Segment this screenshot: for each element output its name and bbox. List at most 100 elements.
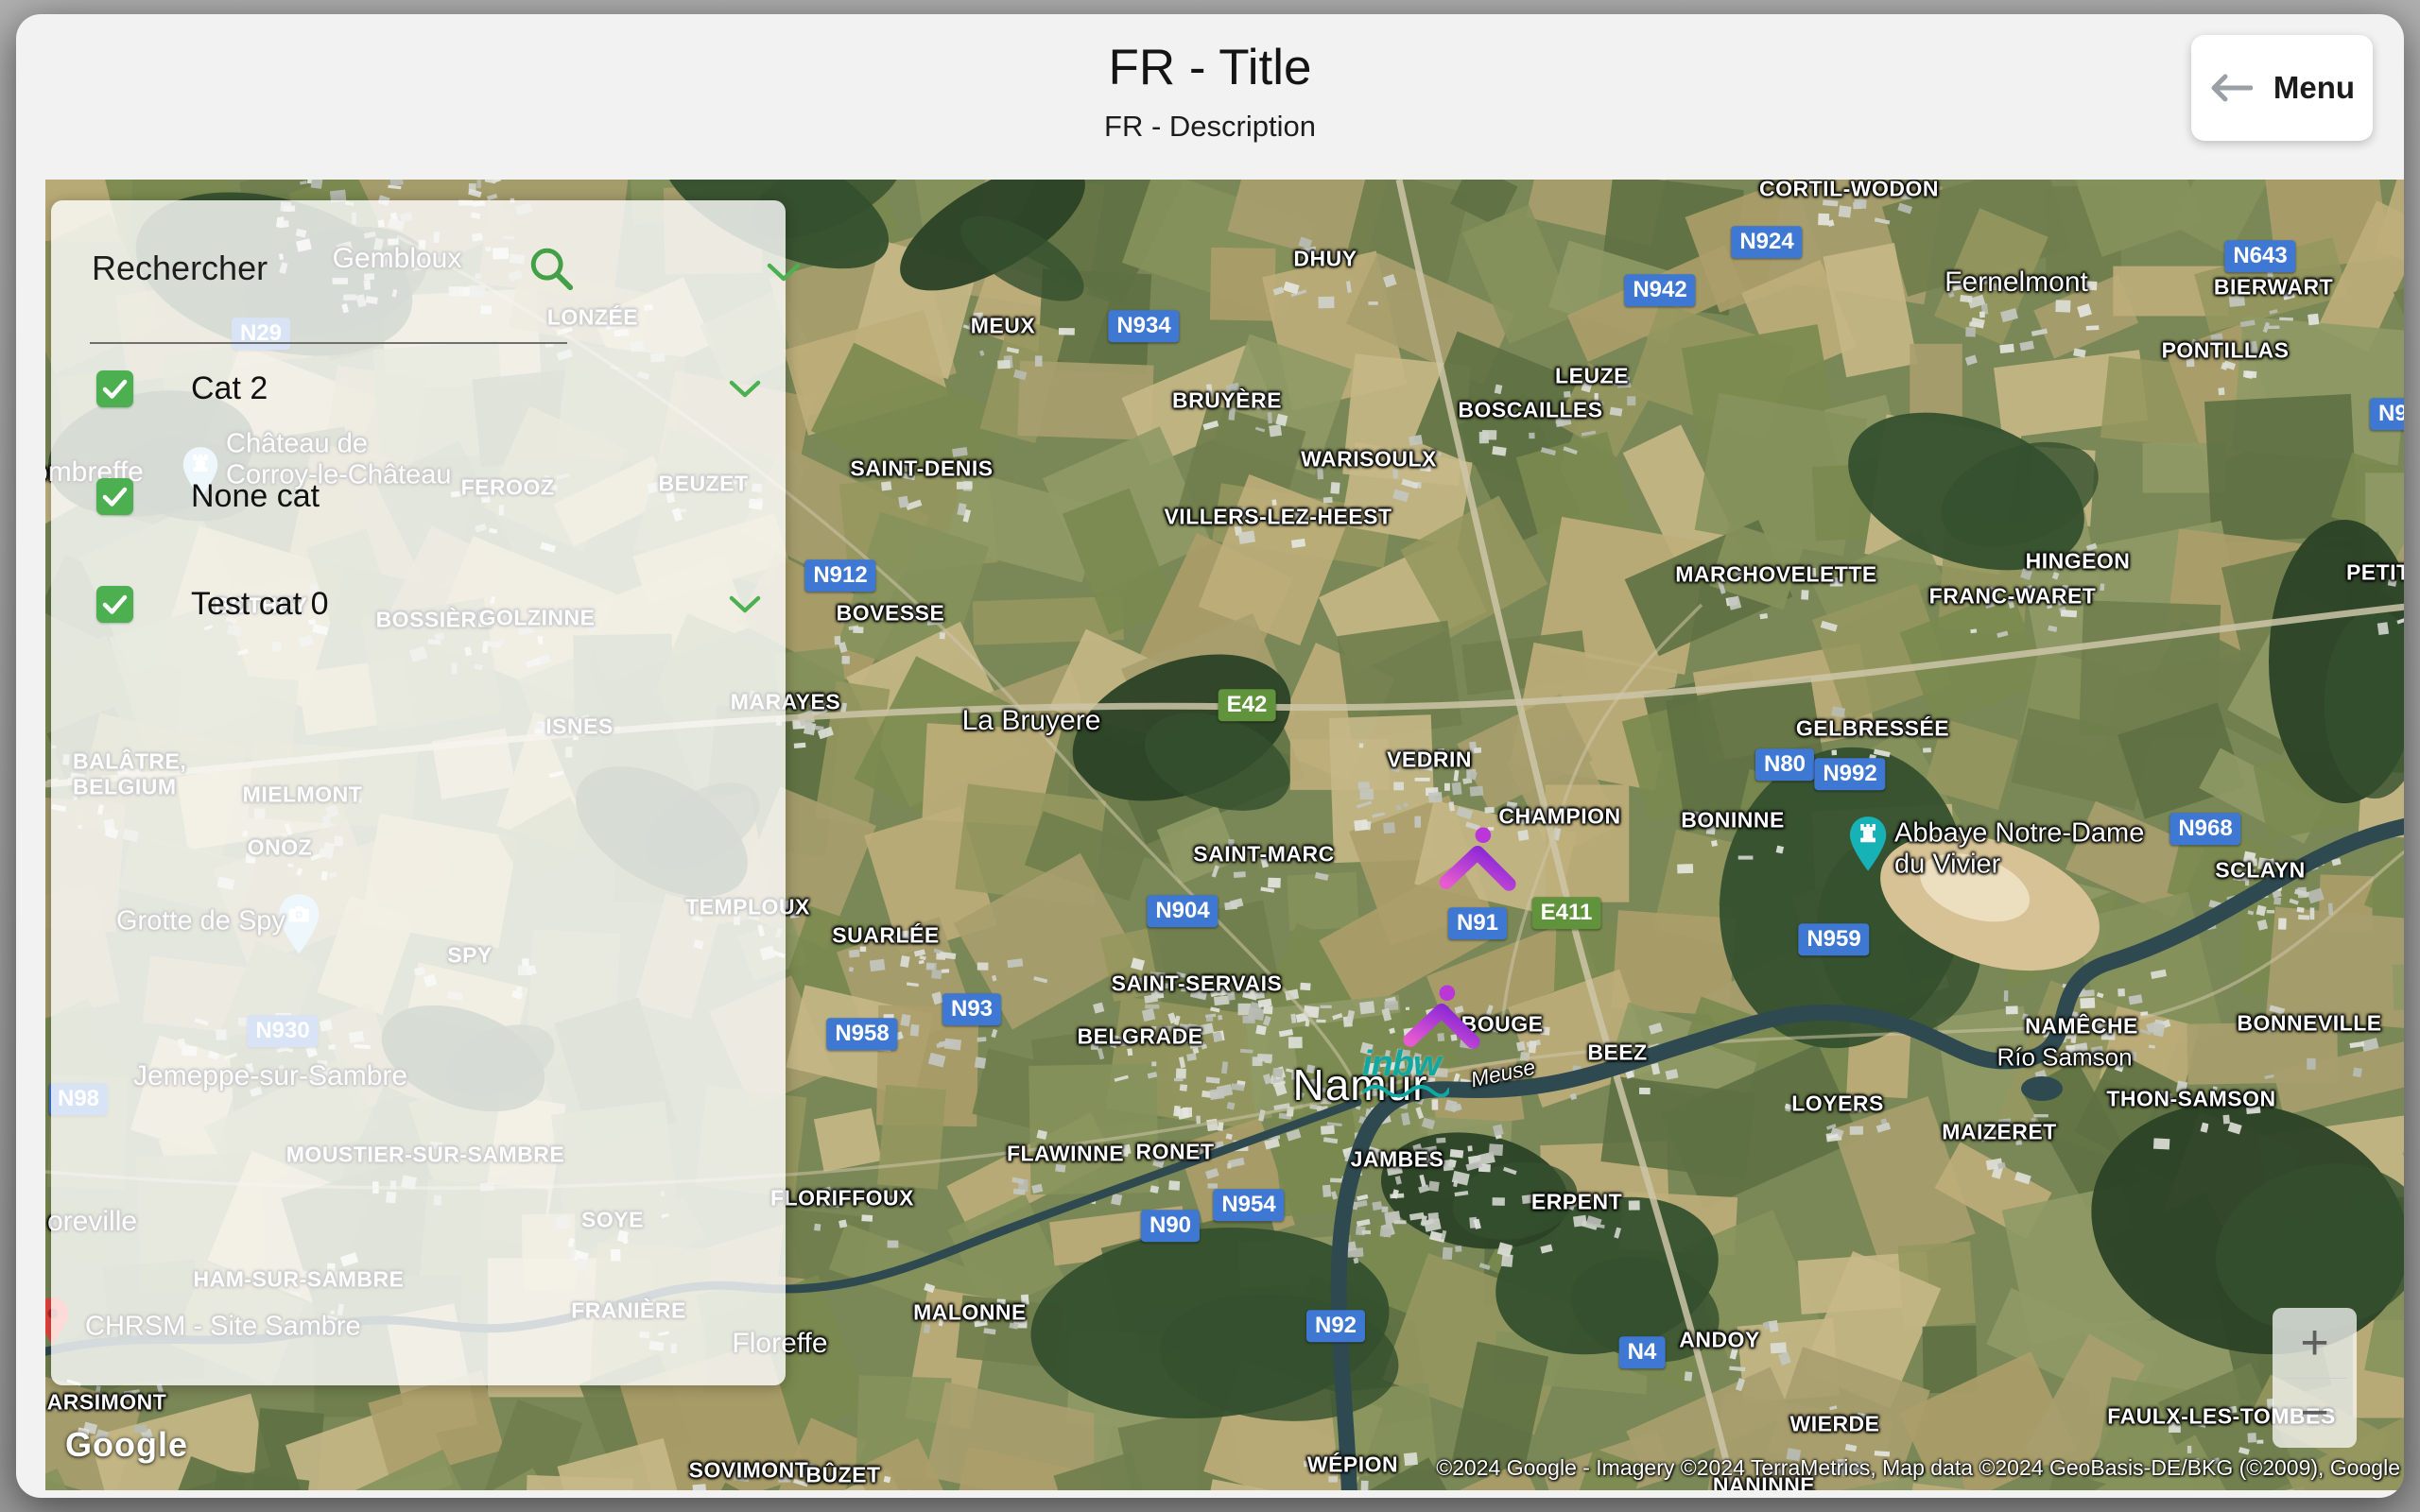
category-checkbox[interactable] [96,370,133,407]
road-badge: N959 [1798,923,1870,955]
category-chevron-down-icon[interactable] [729,380,761,403]
menu-button-label: Menu [2273,70,2356,105]
map-label: BELGRADE [1077,1023,1203,1049]
category-row-test-cat-0[interactable]: Test cat 0 [90,584,761,627]
map-label: VILLERS-LEZ-HEEST [1164,504,1392,529]
search-row [90,238,801,344]
road-badge: N92 [2369,398,2404,430]
map-label: GELBRESSÉE [1795,715,1950,741]
category-chevron-down-icon[interactable] [729,595,761,618]
header: FR - Title FR - Description Menu [16,14,2404,180]
road-badge: N934 [1108,310,1180,342]
map-label: FRANC-WARET [1928,583,2097,609]
category-label: None cat [191,478,320,514]
map-label: MALONNE [913,1299,1027,1325]
map-label: LOYERS [1791,1091,1884,1116]
zoom-in-button[interactable]: + [2273,1308,2357,1378]
map-label: SAINT-SERVAIS [1111,971,1283,996]
google-logo[interactable]: Google [65,1425,188,1465]
map-label: La Bruyere [961,705,1101,736]
map-label: SCLAYN [2215,857,2306,883]
map-label: Fernelmont [1945,266,2088,298]
map-canvas[interactable]: CORTIL-WODON DHUY MEUX BIERWART PONTILLAS LEU… [45,180,2404,1490]
map-label: BONINNE [1681,807,1785,833]
category-checkbox[interactable] [96,586,133,623]
inbw-watermark: inbw [1362,1044,1451,1102]
page-description: FR - Description [1104,110,1316,143]
map-label: CORTIL-WODON [1759,180,1939,201]
category-label: Test cat 0 [191,586,329,622]
map-label: SUARLÉE [832,922,940,948]
map-label: MEUX [970,313,1036,338]
map-label: ERPENT [1530,1189,1623,1214]
poi-label: du Vivier [1894,849,2001,880]
map-label: SOVIMONT [688,1457,809,1483]
menu-button[interactable]: Menu [2191,35,2373,141]
category-checkbox[interactable] [96,478,133,515]
map-label: VEDRIN [1387,747,1472,772]
road-badge: N80 [1754,748,1815,781]
search-underline [90,342,567,344]
road-badge: N91 [1447,907,1508,939]
map-label: BOVESSE [836,600,945,626]
map-label: ARSIMONT [46,1389,167,1415]
road-badge: N942 [1624,274,1696,306]
search-input[interactable] [90,248,491,289]
road-badge: N90 [1140,1210,1201,1242]
map-label: HINGEON [2025,548,2131,574]
map-label: BOSCAILLES [1458,397,1603,422]
map-label: FLAWINNE [1006,1141,1125,1166]
filter-panel: Cat 2 None cat Test cat 0 [51,200,801,1385]
road-badge: E411 [1531,897,1601,929]
app-window: FR - Title FR - Description Menu CORTIL-… [16,14,2404,1498]
road-badge: N968 [2169,813,2241,845]
poi-label: Abbaye Notre-Dame [1894,817,2145,849]
map-label: NAMÊCHE [2025,1013,2138,1039]
map-label: WARISOULX [1301,446,1437,472]
road-badge: N93 [942,993,1002,1025]
road-badge: N912 [804,559,876,592]
road-badge: N92 [1305,1310,1366,1342]
category-row-cat-2[interactable]: Cat 2 [90,369,761,412]
road-badge: N958 [826,1018,898,1050]
map-label: FLORIFFOUX [770,1185,914,1211]
road-badge: N924 [1731,226,1803,258]
road-badge: N643 [2224,240,2296,272]
map-label: BRUYÈRE [1172,387,1282,413]
road-badge: N954 [1213,1189,1285,1221]
zoom-control: + − [2273,1308,2357,1448]
road-badge: N904 [1147,895,1219,927]
map-label: JAMBES [1350,1146,1444,1172]
map-label: BONNEVILLE [2237,1010,2382,1036]
map-label: MAIZERET [1942,1119,2057,1144]
category-row-none-cat[interactable]: None cat [90,476,752,520]
map-label: RONET [1135,1139,1215,1164]
road-badge: N992 [1814,758,1886,790]
search-chevron-down-icon[interactable] [767,263,801,282]
map-label: SAINT-MARC [1193,841,1335,867]
back-arrow-icon [2211,74,2253,102]
map-label: WÉPION [1306,1452,1399,1477]
map-label: BIERWART [2213,274,2334,300]
page-title: FR - Title [1108,40,1312,95]
map-label: ANDOY [1679,1327,1760,1352]
map-label: WIERDE [1789,1411,1880,1436]
map-label: MARCHOVELETTE [1675,561,1877,587]
custom-route-marker[interactable] [1437,825,1520,907]
map-label: BEEZ [1587,1040,1648,1065]
map-label: SAINT-DENIS [850,455,994,481]
map-label: PETIT-WARET [2345,559,2404,585]
map-label: DHUY [1293,246,1357,271]
search-icon [530,248,574,291]
category-label: Cat 2 [191,370,268,406]
road-badge: N4 [1618,1336,1666,1368]
map-label: THON-SAMSON [2106,1086,2276,1111]
map-attribution: ©2024 Google - Imagery ©2024 TerraMetric… [1436,1455,2400,1480]
map-label: Río Samson [1996,1042,2133,1072]
map-label: LEUZE [1555,363,1629,388]
map-label: PONTILLAS [2161,337,2290,363]
poi-marker-abbaye-notre-dame-du-vivier[interactable] [1846,816,1890,878]
zoom-out-button[interactable]: − [2273,1379,2357,1449]
road-badge: E42 [1218,689,1276,721]
map-label: BÛZET [805,1462,881,1487]
